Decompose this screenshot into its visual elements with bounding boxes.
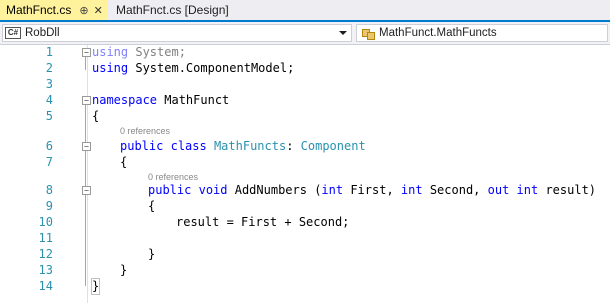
keyword: int xyxy=(516,183,539,197)
code-line: 11 xyxy=(0,231,610,246)
line-number: 10 xyxy=(38,215,53,229)
code-line: 13 } xyxy=(0,263,610,278)
code-text: AddNumbers ( xyxy=(227,183,322,197)
code-text: : xyxy=(286,139,301,153)
code-line: 7 { xyxy=(0,155,610,170)
code-editor[interactable]: 1 − using System; 2 using System.Compone… xyxy=(0,45,610,303)
type-name: Component xyxy=(300,139,366,153)
keyword: int xyxy=(400,183,423,197)
code-text: } xyxy=(148,247,156,261)
tab-mathfnct-cs[interactable]: MathFnct.cs ⊕ ✕ xyxy=(0,0,108,20)
keyword: int xyxy=(321,183,344,197)
keyword: using xyxy=(92,61,129,75)
close-icon[interactable]: ✕ xyxy=(94,4,103,17)
project-name: RobDll xyxy=(25,27,60,39)
keyword: void xyxy=(198,183,228,197)
collapse-icon[interactable]: − xyxy=(82,48,91,57)
code-line: 4 − namespace MathFunct xyxy=(0,93,610,108)
member-dropdown[interactable]: MathFunct.MathFuncts xyxy=(356,24,608,42)
type-name: MathFuncts xyxy=(213,139,287,153)
line-number: 3 xyxy=(45,77,53,91)
collapse-icon[interactable]: − xyxy=(82,96,91,105)
code-line: 9 { xyxy=(0,199,610,214)
keyword: public xyxy=(148,183,192,197)
code-line: 1 − using System; xyxy=(0,45,610,60)
chevron-down-icon xyxy=(339,31,347,35)
code-text: { xyxy=(92,109,100,123)
line-number: 4 xyxy=(45,93,53,107)
code-line: 14 } xyxy=(0,278,610,295)
code-line: 2 using System.ComponentModel; xyxy=(0,61,610,76)
class-icon xyxy=(361,27,375,40)
tab-mathfnct-design[interactable]: MathFnct.cs [Design] xyxy=(110,0,232,20)
line-number: 8 xyxy=(45,183,53,197)
code-text: Second, xyxy=(422,183,488,197)
line-number: 11 xyxy=(38,231,53,245)
line-number: 14 xyxy=(38,279,53,293)
pin-icon[interactable]: ⊕ xyxy=(79,4,88,17)
tab-label: MathFnct.cs [Design] xyxy=(116,3,229,17)
code-text: { xyxy=(148,199,156,213)
code-text: } xyxy=(120,263,128,277)
line-number: 13 xyxy=(38,263,53,277)
code-line: 6 − public class MathFuncts: Component xyxy=(0,139,610,154)
matched-brace: } xyxy=(90,278,101,295)
code-line: 8 − public void AddNumbers (int First, i… xyxy=(0,183,610,198)
line-number: 1 xyxy=(45,45,53,59)
collapse-icon[interactable]: − xyxy=(82,142,91,151)
member-name: MathFunct.MathFuncts xyxy=(379,27,497,39)
code-text: result) xyxy=(538,183,597,197)
keyword: namespace xyxy=(92,93,158,107)
tab-label: MathFnct.cs xyxy=(6,3,72,17)
line-number: 9 xyxy=(45,199,53,213)
code-line: 12 } xyxy=(0,247,610,262)
codelens-references[interactable]: 0 references xyxy=(120,125,170,138)
navigation-bar: C# RobDll MathFunct.MathFuncts xyxy=(0,22,610,45)
keyword: class xyxy=(170,139,207,153)
line-number: 2 xyxy=(45,61,53,75)
code-line: 3 xyxy=(0,77,610,92)
code-line: 10 result = First + Second; xyxy=(0,215,610,230)
line-number: 5 xyxy=(45,109,53,123)
line-number: 6 xyxy=(45,139,53,153)
keyword: using xyxy=(92,45,129,59)
line-number: 12 xyxy=(38,247,53,261)
code-text: First, xyxy=(343,183,401,197)
collapse-icon[interactable]: − xyxy=(82,186,91,195)
line-number: 7 xyxy=(45,155,53,169)
code-line: 5 { xyxy=(0,109,610,124)
document-tab-bar: MathFnct.cs ⊕ ✕ MathFnct.cs [Design] xyxy=(0,0,610,22)
code-text: result = First + Second; xyxy=(176,215,350,229)
code-text: { xyxy=(120,155,128,169)
code-text: System; xyxy=(128,45,186,59)
code-text: MathFunct xyxy=(157,93,230,107)
keyword: out xyxy=(487,183,510,197)
project-dropdown[interactable]: C# RobDll xyxy=(2,24,352,42)
code-text: System.ComponentModel; xyxy=(128,61,295,75)
keyword: public xyxy=(120,139,164,153)
csharp-project-icon: C# xyxy=(5,27,21,39)
